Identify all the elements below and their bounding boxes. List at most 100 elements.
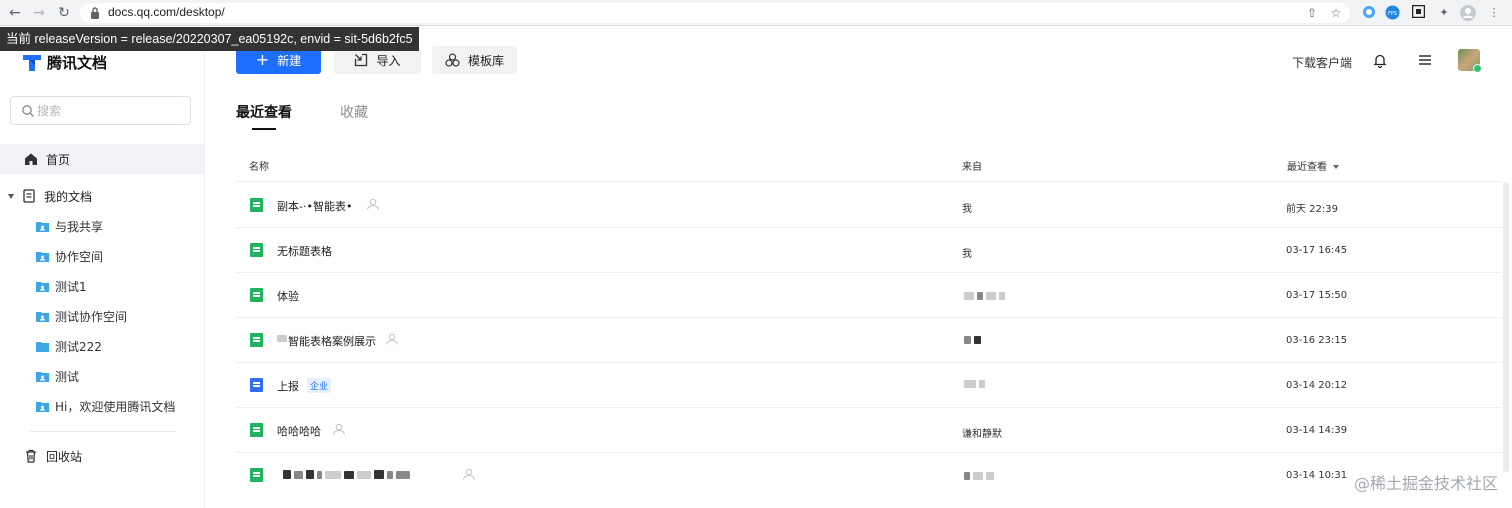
shared-folder-icon xyxy=(36,251,49,262)
release-version-overlay: 当前 releaseVersion = release/20220307_ea0… xyxy=(0,27,419,51)
redacted-owner xyxy=(964,336,981,344)
last-viewed-time: 前天 22:39 xyxy=(1286,204,1338,215)
sidebar-item-home[interactable]: 首页 xyxy=(0,144,205,174)
sheet-file-icon xyxy=(250,468,263,482)
file-name: 副本-·•智能表• xyxy=(277,200,353,213)
file-name: 上报 xyxy=(277,380,299,393)
menu-icon[interactable] xyxy=(1417,52,1433,68)
sheet-file-icon xyxy=(250,423,263,437)
tencent-docs-logo-icon xyxy=(23,55,41,71)
folder-label: 协作空间 xyxy=(55,249,104,264)
shared-folder-icon xyxy=(36,221,49,232)
sidebar-folder-item[interactable]: 测试协作空间 xyxy=(36,304,127,328)
profile-icon[interactable] xyxy=(1460,5,1476,21)
redacted-owner xyxy=(964,472,994,480)
sort-desc-icon xyxy=(1333,165,1339,169)
tab-favorites[interactable]: 收藏 xyxy=(340,102,368,122)
folder-label: 测试协作空间 xyxy=(55,309,128,324)
more-vert-icon[interactable]: ⋮ xyxy=(1486,5,1502,21)
watermark-text: @稀土掘金技术社区 xyxy=(1353,474,1498,493)
bell-icon[interactable] xyxy=(1372,52,1388,68)
shared-folder-icon xyxy=(36,281,49,292)
active-tab-indicator xyxy=(252,128,276,130)
sidebar: 腾讯文档 首页 我的文档 与我共享 协作空间 测试1 测试 xyxy=(0,26,205,508)
sidebar-folder-item[interactable]: 测试222 xyxy=(36,334,102,358)
logo[interactable]: 腾讯文档 xyxy=(22,51,107,73)
plus-icon: + xyxy=(255,50,270,69)
sheet-file-icon xyxy=(250,333,263,347)
lock-icon xyxy=(91,7,99,19)
fps-extension-icon[interactable]: FPS xyxy=(1384,5,1400,21)
sheet-file-icon xyxy=(250,288,263,302)
new-button-label: 新建 xyxy=(277,53,302,68)
tab-recent[interactable]: 最近查看 xyxy=(236,102,292,122)
sidebar-item-trash[interactable]: 回收站 xyxy=(0,441,205,471)
forward-icon[interactable]: → xyxy=(30,4,48,22)
shared-user-icon xyxy=(367,198,379,210)
file-name: 无标题表格 xyxy=(277,245,332,258)
file-name: 体验 xyxy=(277,290,299,303)
folder-icon xyxy=(36,341,49,352)
star-icon[interactable]: ☆ xyxy=(1328,5,1344,21)
user-avatar[interactable] xyxy=(1458,49,1482,73)
online-status-icon xyxy=(1473,64,1482,73)
sidebar-folder-item[interactable]: Hi，欢迎使用腾讯文档 xyxy=(36,394,175,418)
sidebar-item-my-docs[interactable]: 我的文档 xyxy=(0,181,205,211)
search-input[interactable] xyxy=(37,101,177,121)
last-viewed-time: 03-17 15:50 xyxy=(1286,290,1348,301)
main-content: + 新建 导入 模板库 下载客户端 最近查看 收藏 名称 来自 最近查看 副本-… xyxy=(206,26,1512,508)
sidebar-item-label: 回收站 xyxy=(46,449,83,464)
table-row[interactable]: 智能表格案例展示 03-16 23:15 xyxy=(236,318,1502,363)
logo-text: 腾讯文档 xyxy=(47,53,108,72)
table-row[interactable]: 哈哈哈哈 谦和静默 03-14 14:39 xyxy=(236,408,1502,453)
folder-label: 测试 xyxy=(55,369,80,384)
sheet-file-icon xyxy=(250,198,263,212)
address-bar[interactable]: docs.qq.com/desktop/ xyxy=(80,3,1350,23)
table-row[interactable]: 上报 企业 03-14 20:12 xyxy=(236,363,1502,408)
trash-icon xyxy=(26,449,36,463)
column-header-recent-label: 最近查看 xyxy=(1287,162,1327,173)
home-icon xyxy=(25,153,37,165)
last-viewed-time: 03-17 16:45 xyxy=(1286,245,1348,256)
table-row[interactable]: 副本-·•智能表• 我 前天 22:39 xyxy=(236,183,1502,228)
file-owner: 我 xyxy=(962,204,972,215)
folder-label: Hi，欢迎使用腾讯文档 xyxy=(55,399,176,414)
sidebar-folder-item[interactable]: 协作空间 xyxy=(36,244,103,268)
extension-circle-icon[interactable] xyxy=(1361,5,1377,21)
sidebar-folder-item[interactable]: 测试1 xyxy=(36,274,87,298)
url-text: docs.qq.com/desktop/ xyxy=(108,5,225,19)
puzzle-icon[interactable]: ✦ xyxy=(1436,5,1452,21)
column-header-name: 名称 xyxy=(249,162,269,173)
download-client-link[interactable]: 下载客户端 xyxy=(1292,54,1352,71)
folder-label: 测试222 xyxy=(55,339,102,354)
qr-extension-icon[interactable] xyxy=(1410,4,1426,21)
table-row[interactable]: 体验 03-17 15:50 xyxy=(236,273,1502,318)
template-library-button[interactable]: 模板库 xyxy=(432,46,517,74)
import-button-label: 导入 xyxy=(376,53,401,68)
shared-folder-icon xyxy=(36,401,49,412)
redacted-text xyxy=(277,335,287,342)
last-viewed-time: 03-14 10:31 xyxy=(1286,470,1348,481)
sidebar-folder-item[interactable]: 与我共享 xyxy=(36,214,103,238)
table-row[interactable]: 03-14 10:31 xyxy=(236,453,1502,498)
search-icon xyxy=(22,105,34,117)
sidebar-folder-item[interactable]: 测试 xyxy=(36,364,79,388)
scrollbar[interactable] xyxy=(1503,182,1509,472)
last-viewed-time: 03-16 23:15 xyxy=(1286,335,1348,346)
column-header-recent[interactable]: 最近查看 xyxy=(1287,158,1339,173)
reload-icon[interactable]: ↻ xyxy=(55,4,73,22)
last-viewed-time: 03-14 20:12 xyxy=(1286,380,1348,391)
file-name: 哈哈哈哈 xyxy=(277,425,321,438)
share-icon[interactable]: ⇧ xyxy=(1304,5,1320,21)
expand-caret-icon[interactable] xyxy=(8,193,14,199)
sidebar-divider xyxy=(30,431,176,432)
document-icon xyxy=(23,189,35,203)
search-box[interactable] xyxy=(10,96,191,125)
table-row[interactable]: 无标题表格 我 03-17 16:45 xyxy=(236,228,1502,273)
template-button-label: 模板库 xyxy=(467,53,504,68)
doc-file-icon xyxy=(250,378,263,392)
back-icon[interactable]: ← xyxy=(6,4,24,22)
redacted-owner xyxy=(964,292,1005,300)
redacted-owner xyxy=(964,380,985,388)
sidebar-item-label: 首页 xyxy=(46,152,71,167)
